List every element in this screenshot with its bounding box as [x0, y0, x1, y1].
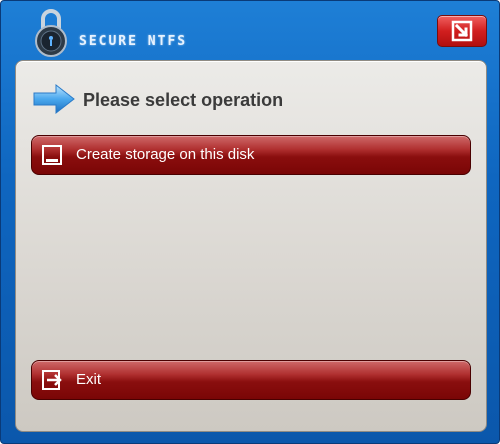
title-bar: SECURE NTFS [1, 1, 499, 59]
close-button[interactable] [437, 15, 487, 47]
disk-icon [42, 145, 62, 165]
app-title: SECURE NTFS [79, 34, 188, 49]
exit-arrow-icon [451, 20, 473, 42]
create-storage-label: Create storage on this disk [76, 146, 255, 163]
arrow-right-icon [33, 83, 75, 115]
main-panel: Please select operation Create storage o… [15, 60, 487, 432]
exit-button[interactable]: Exit [31, 360, 471, 400]
app-window: SECURE NTFS Please select operation Crea… [0, 0, 500, 444]
page-heading: Please select operation [83, 90, 284, 110]
exit-label: Exit [76, 371, 102, 388]
exit-door-icon [42, 370, 62, 390]
create-storage-button[interactable]: Create storage on this disk [31, 135, 471, 175]
padlock-icon [35, 9, 67, 57]
